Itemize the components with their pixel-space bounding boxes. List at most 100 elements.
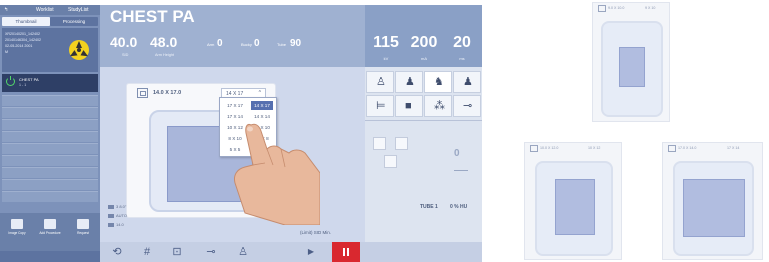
stop-icon: [343, 248, 345, 256]
collimator-thumbnail[interactable]: 10.0 X 12.0 10 X 12: [524, 142, 622, 260]
request-button[interactable]: Request: [68, 219, 98, 241]
tab-processing[interactable]: Processing: [50, 17, 98, 26]
tab-thumbnail[interactable]: Thumbnail: [2, 17, 50, 26]
list-item[interactable]: [2, 179, 98, 190]
grid-icon[interactable]: #: [136, 244, 158, 260]
ma-label: mA: [421, 56, 427, 61]
stop-button[interactable]: [332, 242, 360, 262]
exam-title: CHEST PA: [110, 7, 195, 26]
play-icon[interactable]: ▶: [300, 244, 322, 260]
list-item[interactable]: [2, 155, 98, 166]
kv-label: kV: [383, 56, 389, 61]
tab-worklist[interactable]: Worklist: [36, 7, 54, 13]
collimation-field: [683, 179, 745, 237]
divider: [365, 120, 482, 121]
thumbnail-size-text: 17.0 X 14.0: [678, 146, 697, 150]
thumbnail-size-select: 9 X 10: [645, 6, 656, 10]
status-size: 14.0: [108, 222, 124, 227]
position-button[interactable]: ♟: [395, 71, 423, 93]
left-panel: ↰ Worklist StudyList Thumbnail Processin…: [0, 5, 100, 262]
detector-panel: ♙ ♟ ♞ ♟ ⊨ ■ ⁂ ⊸ 0 TUBE 1 0 % HU: [365, 67, 482, 242]
patient-icon[interactable]: ♙: [232, 244, 254, 260]
image-copy-button[interactable]: Image Copy: [2, 219, 32, 241]
patient-standing-icon: ♙: [376, 76, 386, 88]
protocol-item[interactable]: CHEST PA 1 - 1: [2, 74, 98, 92]
back-icon[interactable]: ↰: [4, 7, 8, 13]
ms-label: ms: [459, 56, 465, 61]
collimator-icon[interactable]: ⊡: [166, 244, 188, 260]
request-icon: [77, 219, 89, 229]
detector-button[interactable]: ⁂: [424, 95, 452, 117]
image-copy-icon: [11, 219, 23, 229]
bucky-value[interactable]: 0: [254, 38, 260, 49]
add-procedure-button[interactable]: Add Procedure: [35, 219, 65, 241]
divider: [454, 170, 468, 171]
detector-frame: [601, 21, 663, 117]
power-icon[interactable]: [6, 76, 15, 86]
heat-units-label: 0 % HU: [450, 204, 468, 210]
thumbnail-size-text: 10.0 X 12.0: [540, 146, 559, 150]
dose-value: 0: [454, 148, 460, 159]
protocol-count: 1 - 1: [19, 83, 27, 87]
left-status-strip: [0, 251, 100, 262]
rotate-icon[interactable]: ⟲: [106, 244, 128, 260]
position-button[interactable]: ♞: [424, 71, 452, 93]
list-item[interactable]: [2, 191, 98, 202]
collimator-icon: [137, 88, 148, 98]
arm-height-label: Arm Height: [155, 53, 174, 57]
limit-text: (Limit) SID Min.: [300, 230, 332, 235]
collimator-thumbnail[interactable]: 9.0 X 10.0 9 X 10: [592, 2, 670, 122]
add-procedure-icon: [44, 219, 56, 229]
collimator-thumbnail[interactable]: 17.0 X 14.0 17 X 14: [662, 142, 763, 260]
list-item[interactable]: [2, 131, 98, 142]
table-icon: ⊨: [376, 100, 386, 112]
left-toolbar: Image Copy Add Procedure Request: [0, 213, 100, 262]
exposure-panel: 115 kV 200 mA 20 ms: [365, 5, 482, 67]
detector-icon: ■: [405, 100, 412, 112]
position-button[interactable]: ♟: [453, 71, 481, 93]
detector-button[interactable]: ■: [395, 95, 423, 117]
list-item[interactable]: [2, 119, 98, 130]
detector-button[interactable]: ⊨: [366, 95, 394, 117]
position-button[interactable]: ♙: [366, 71, 394, 93]
patient-info-card[interactable]: XR20140201_142402 20140146304_142402 02-…: [2, 28, 98, 72]
kv-value[interactable]: 115: [368, 34, 404, 52]
collimator-icon: [108, 222, 114, 227]
patient-icon: [108, 204, 114, 209]
sid-value[interactable]: 40.0: [110, 34, 137, 50]
field-size-text: 14.0 X 17.0: [153, 90, 182, 96]
sub-tabs: Thumbnail Processing: [2, 17, 98, 26]
collimator-icon: [668, 145, 676, 152]
aec-icon: ⁂: [434, 100, 445, 112]
grid-icon: [108, 213, 114, 218]
list-item[interactable]: [2, 143, 98, 154]
aec-field[interactable]: [384, 155, 397, 168]
list-item[interactable]: [2, 95, 98, 106]
sid-label: SID: [122, 53, 129, 57]
aec-field[interactable]: [395, 137, 408, 150]
thumbnail-size-select: 17 X 14: [727, 146, 740, 150]
arm-angle-value[interactable]: 0: [217, 38, 223, 49]
detector-frame: [535, 161, 613, 256]
ms-value[interactable]: 20: [444, 34, 480, 52]
top-tabs: ↰ Worklist StudyList: [0, 5, 100, 15]
arm-height-value[interactable]: 48.0: [150, 34, 177, 50]
list-item[interactable]: [2, 107, 98, 118]
patient-standing-icon: ♟: [405, 76, 415, 88]
patient-line: 02-05-2014 2001: [5, 44, 33, 48]
list-item[interactable]: [2, 167, 98, 178]
collimation-field: [555, 179, 595, 235]
collimation-field: [619, 47, 645, 87]
ma-value[interactable]: 200: [406, 34, 442, 52]
thumbnail-size-select: 10 X 12: [588, 146, 601, 150]
tab-studylist[interactable]: StudyList: [68, 7, 89, 13]
collimator-icon: [598, 5, 606, 12]
tube-icon[interactable]: ⊸: [200, 244, 222, 260]
patient-line: XR20140201_142402: [5, 32, 40, 36]
thumbnail-size-text: 9.0 X 10.0: [608, 6, 625, 10]
detector-button[interactable]: ⊸: [453, 95, 481, 117]
aec-field[interactable]: [373, 137, 386, 150]
tube-angle-label: Tube: [277, 42, 286, 47]
tube-angle-value[interactable]: 90: [290, 38, 301, 49]
status-sid: 3 8.0": [108, 204, 126, 209]
